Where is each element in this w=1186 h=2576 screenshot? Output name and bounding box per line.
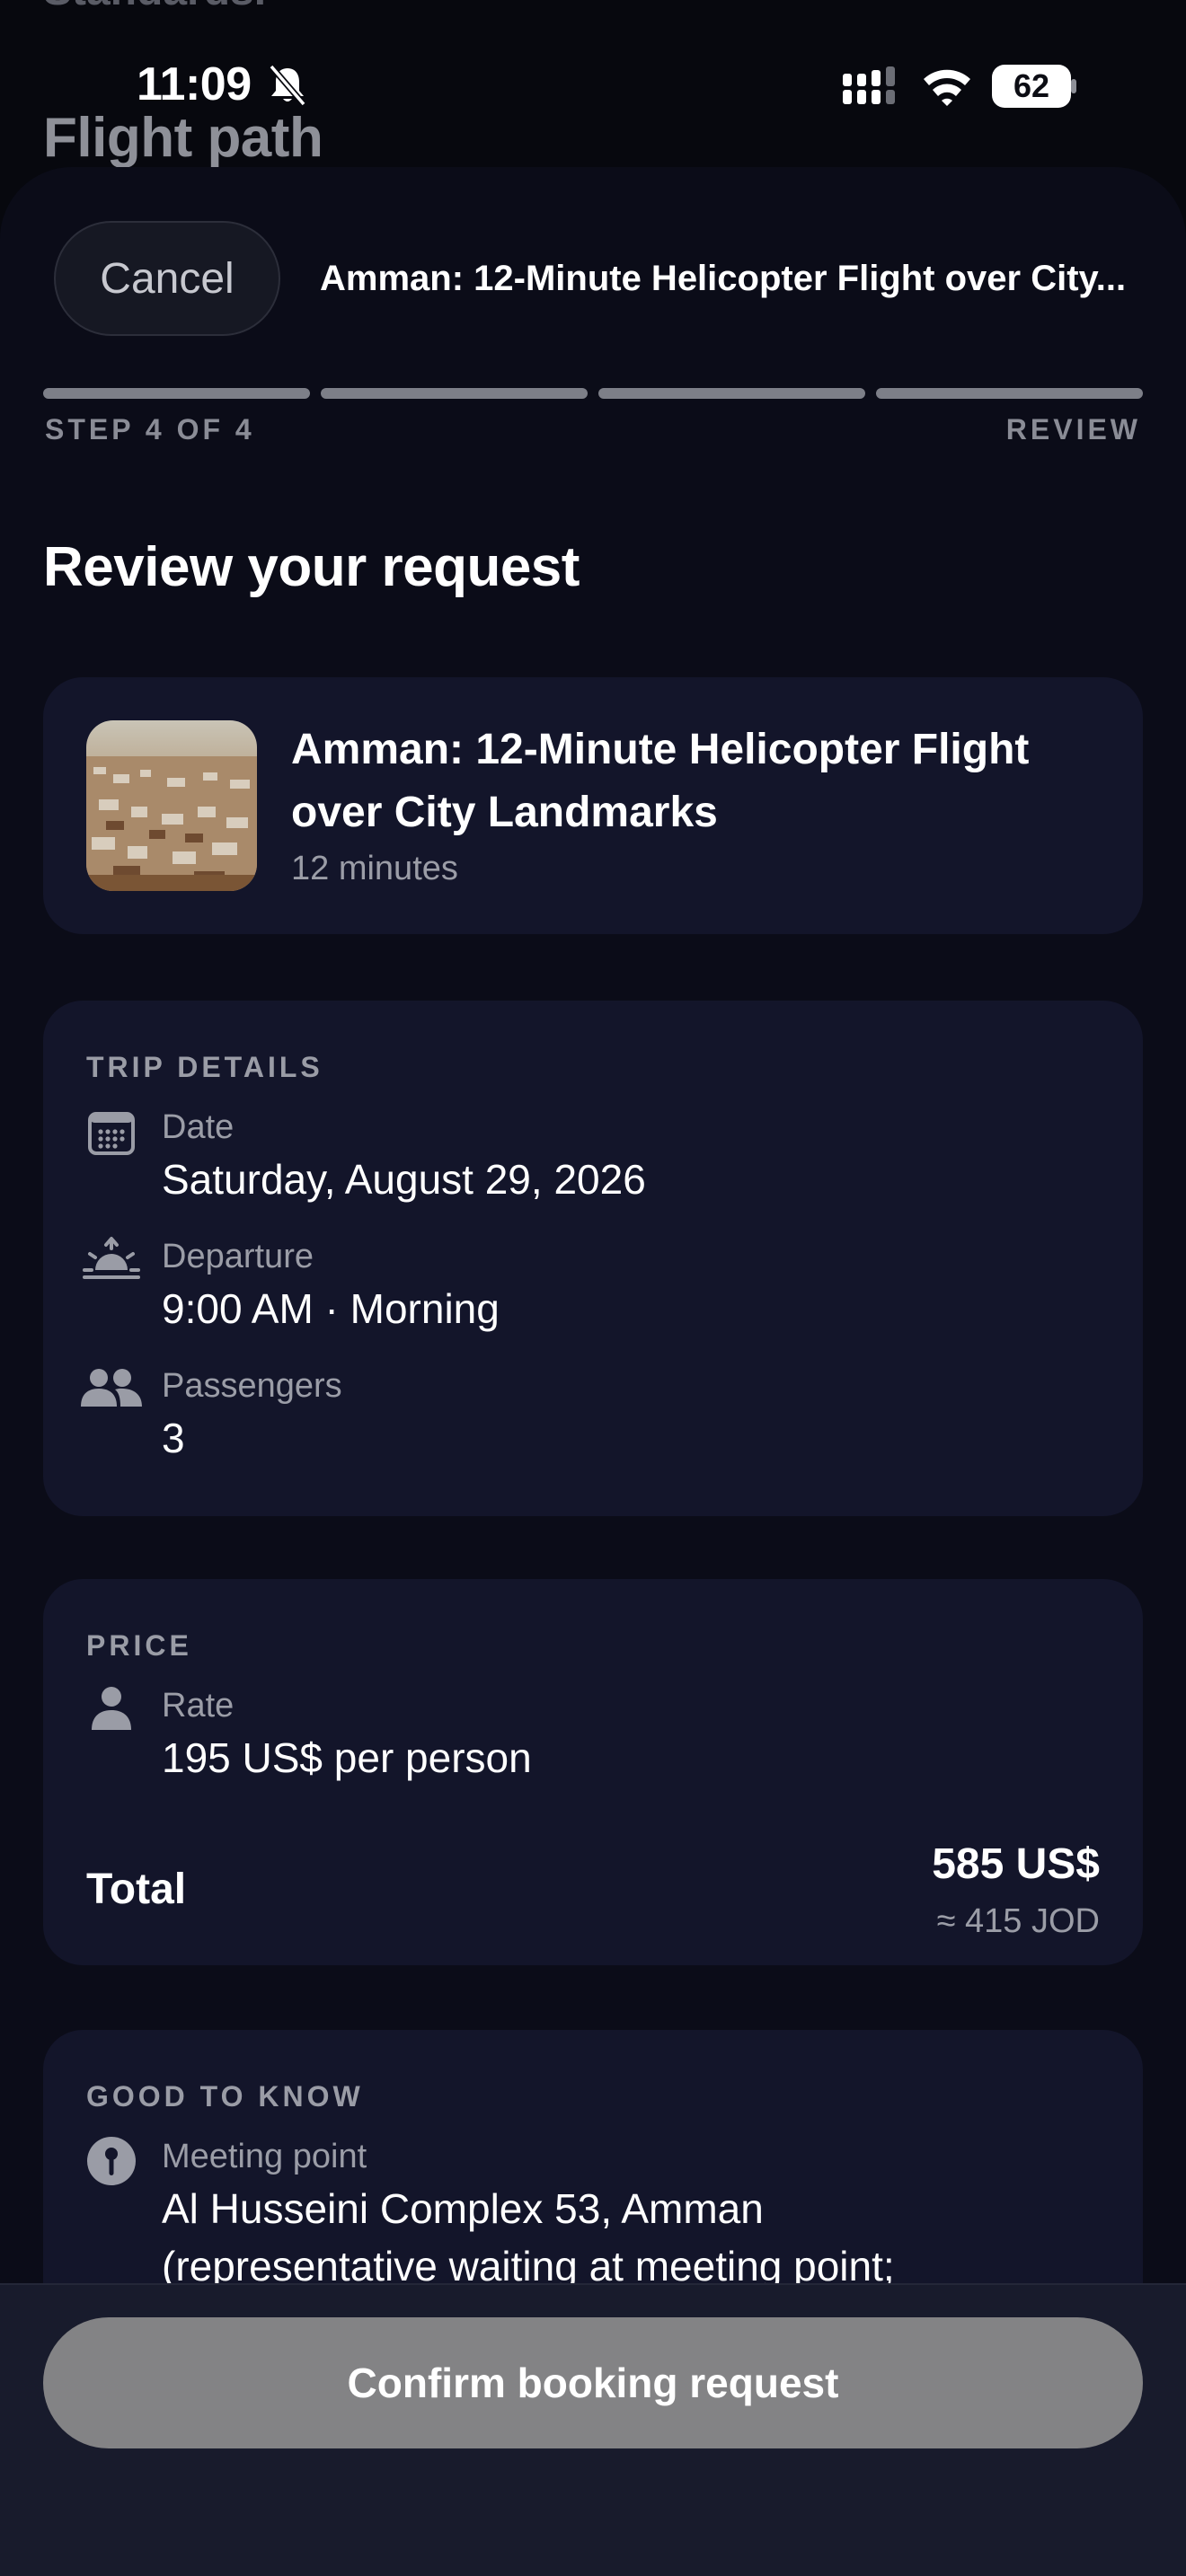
departure-label: Departure [162, 1238, 314, 1275]
bottom-sheet: Cancel Amman: 12-Minute Helicopter Fligh… [0, 167, 1186, 2576]
step-name: REVIEW [1005, 413, 1141, 446]
total-value: 585 US$ [932, 1840, 1100, 1888]
people-icon [81, 1369, 142, 1407]
page-heading: Review your request [43, 536, 580, 598]
progress-segment [43, 388, 310, 399]
section-label: PRICE [86, 1629, 192, 1662]
sheet-header: Cancel Amman: 12-Minute Helicopter Fligh… [0, 221, 1186, 347]
sunrise-icon [83, 1237, 140, 1279]
experience-title: Amman: 12-Minute Helicopter Flight over … [291, 726, 1030, 836]
screen: Standards. Flight path 11:09 [0, 0, 1186, 2576]
step-progress-bar [43, 388, 1143, 399]
cancel-button[interactable]: Cancel [54, 221, 280, 336]
progress-segment [321, 388, 588, 399]
experience-duration: 12 minutes [291, 850, 458, 887]
sheet-title: Amman: 12-Minute Helicopter Flight over … [320, 258, 1127, 298]
progress-segment [876, 388, 1143, 399]
progress-segment [598, 388, 865, 399]
total-label: Total [86, 1866, 187, 1913]
passengers-value: 3 [162, 1415, 185, 1461]
cellular-signal-icon [843, 66, 895, 104]
city-photo-icon [86, 720, 257, 891]
status-time: 11:09 [137, 58, 252, 110]
rate-label: Rate [162, 1687, 235, 1725]
date-value: Saturday, August 29, 2026 [162, 1156, 646, 1203]
status-bar: 11:09 62 [0, 0, 1186, 171]
price-card: PRICE Rate 195 US$ per person Total 585 … [43, 1579, 1143, 1965]
section-label: GOOD TO KNOW [86, 2080, 364, 2113]
bottom-action-bar: Confirm booking request [0, 2283, 1186, 2576]
bell-slash-icon [269, 64, 306, 107]
experience-card: Amman: 12-Minute Helicopter Flight over … [43, 677, 1143, 934]
rate-value: 195 US$ per person [162, 1734, 532, 1781]
confirm-booking-button[interactable]: Confirm booking request [43, 2317, 1143, 2448]
wifi-icon [924, 69, 970, 106]
trip-details-card: TRIP DETAILS Date Saturday, August 29, 2… [43, 1001, 1143, 1516]
departure-value: 9:00 AM · Morning [162, 1285, 500, 1332]
meeting-point-value: Al Husseini Complex 53, Amman [162, 2185, 764, 2232]
battery-level: 62 [1013, 67, 1050, 104]
section-label: TRIP DETAILS [86, 1051, 323, 1083]
map-pin-icon [87, 2137, 136, 2185]
step-counter: STEP 4 OF 4 [45, 413, 255, 446]
experience-thumbnail [86, 720, 257, 891]
total-converted-value: ≈ 415 JOD [936, 1902, 1100, 1940]
person-icon [92, 1687, 131, 1730]
meeting-point-label: Meeting point [162, 2138, 367, 2175]
date-label: Date [162, 1108, 235, 1146]
passengers-label: Passengers [162, 1367, 342, 1405]
calendar-icon [88, 1112, 135, 1155]
